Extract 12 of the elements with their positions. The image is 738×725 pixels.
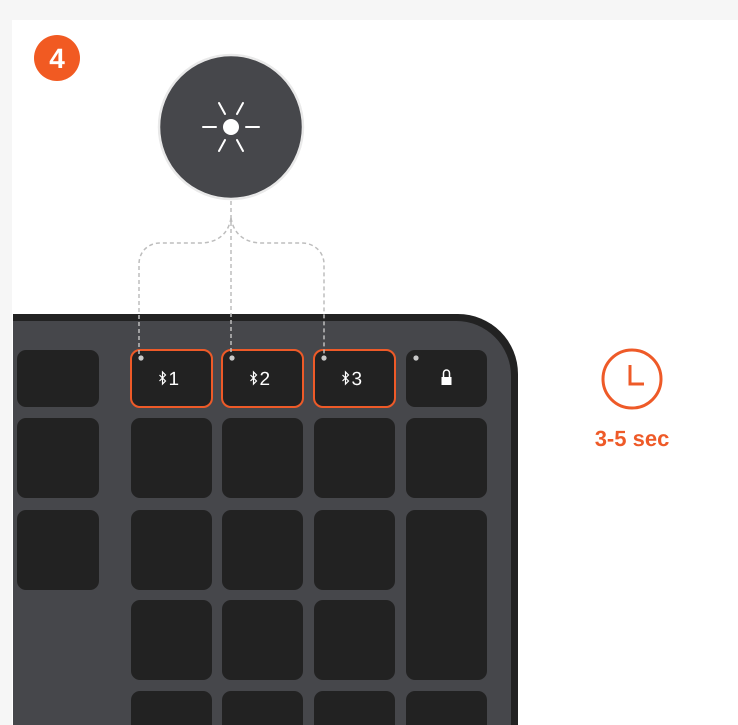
lock-icon bbox=[442, 369, 452, 385]
sun-icon bbox=[202, 102, 260, 152]
step-number: 4 bbox=[49, 43, 65, 74]
clock-icon bbox=[602, 348, 662, 410]
duration-label: 3-5 sec bbox=[594, 426, 670, 451]
bluetooth-icon bbox=[250, 370, 258, 386]
key-label: 1 bbox=[168, 369, 180, 390]
bluetooth-icon bbox=[342, 370, 350, 386]
bluetooth-icon bbox=[159, 370, 166, 386]
key-label: 3 bbox=[352, 369, 362, 390]
step-badge bbox=[34, 35, 80, 81]
key-label: 2 bbox=[260, 369, 270, 390]
